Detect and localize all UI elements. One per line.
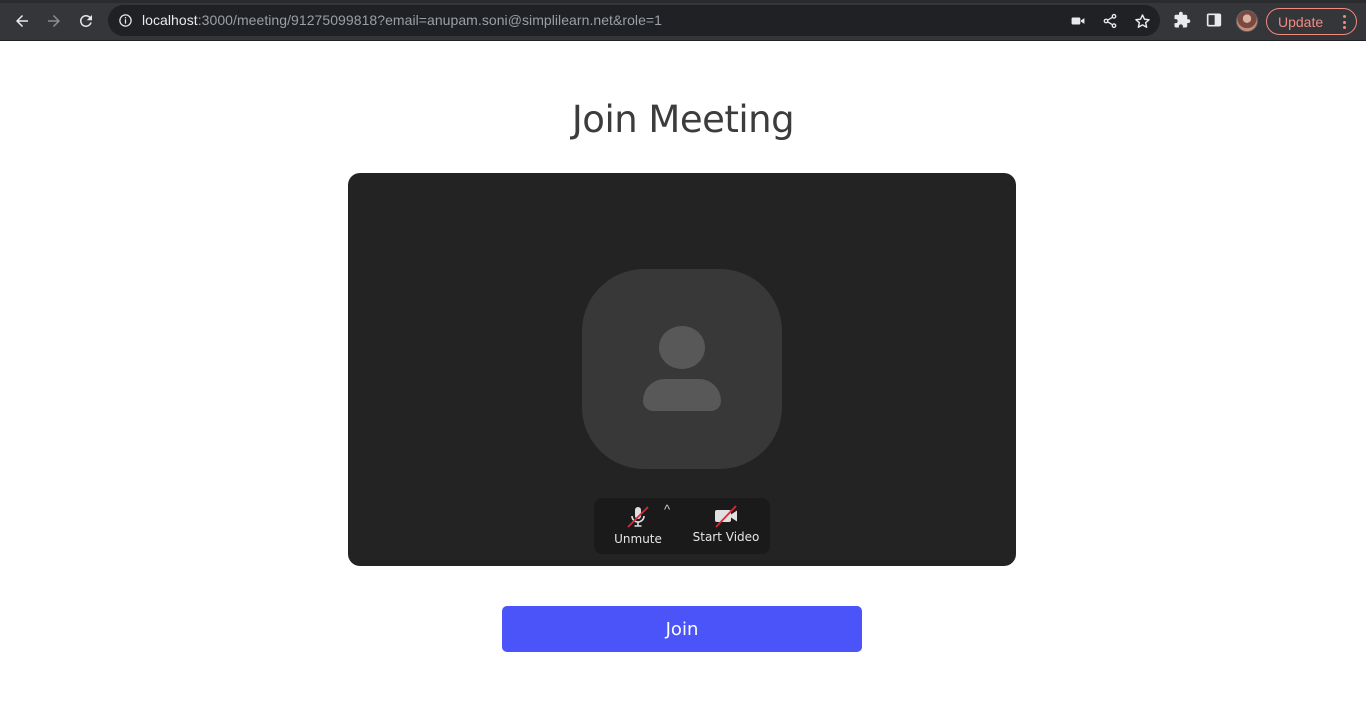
url-text[interactable]: localhost:3000/meeting/91275099818?email… [142, 12, 662, 28]
back-button[interactable] [6, 5, 38, 37]
avatar-head-shape [659, 326, 705, 369]
address-bar[interactable]: localhost:3000/meeting/91275099818?email… [108, 5, 1160, 36]
unmute-label: Unmute [614, 532, 662, 546]
avatar-body-shape [643, 379, 721, 411]
info-icon[interactable] [118, 13, 133, 28]
join-button[interactable]: Join [502, 606, 862, 652]
start-video-label: Start Video [692, 530, 760, 544]
forward-button[interactable] [38, 5, 70, 37]
preview-controls: Unmute ^ Start Video [594, 498, 770, 554]
arrow-right-icon [48, 15, 60, 27]
share-button[interactable] [1100, 11, 1120, 31]
side-panel-icon [1206, 13, 1222, 27]
reload-icon [79, 14, 92, 27]
bookmark-button[interactable] [1132, 11, 1152, 31]
page-title: Join Meeting [571, 98, 795, 141]
camera-indicator[interactable] [1068, 11, 1088, 31]
url-path: :3000/meeting/91275099818?email=anupam.s… [197, 12, 662, 28]
unmute-button[interactable]: Unmute [608, 504, 668, 546]
user-avatar-placeholder [582, 269, 782, 469]
tabstrip-edge [0, 0, 1366, 3]
side-panel-button[interactable] [1204, 10, 1224, 30]
profile-avatar[interactable] [1236, 10, 1258, 32]
update-button[interactable]: Update [1266, 8, 1357, 35]
url-host: localhost [142, 12, 198, 28]
mic-muted-icon [627, 506, 649, 528]
share-icon [1103, 13, 1117, 29]
extensions-button[interactable] [1172, 10, 1192, 30]
video-preview: Unmute ^ Start Video [348, 173, 1016, 566]
puzzle-icon [1174, 11, 1191, 28]
reload-button[interactable] [70, 5, 102, 37]
star-icon [1134, 13, 1150, 28]
audio-options-caret[interactable]: ^ [660, 503, 674, 517]
browser-toolbar: localhost:3000/meeting/91275099818?email… [0, 0, 1366, 41]
arrow-left-icon [16, 15, 28, 27]
video-off-icon [715, 505, 737, 528]
start-video-button[interactable]: Start Video [690, 504, 762, 544]
video-camera-icon [1071, 17, 1085, 25]
update-label: Update [1278, 13, 1324, 30]
more-vert-icon [1343, 15, 1346, 29]
